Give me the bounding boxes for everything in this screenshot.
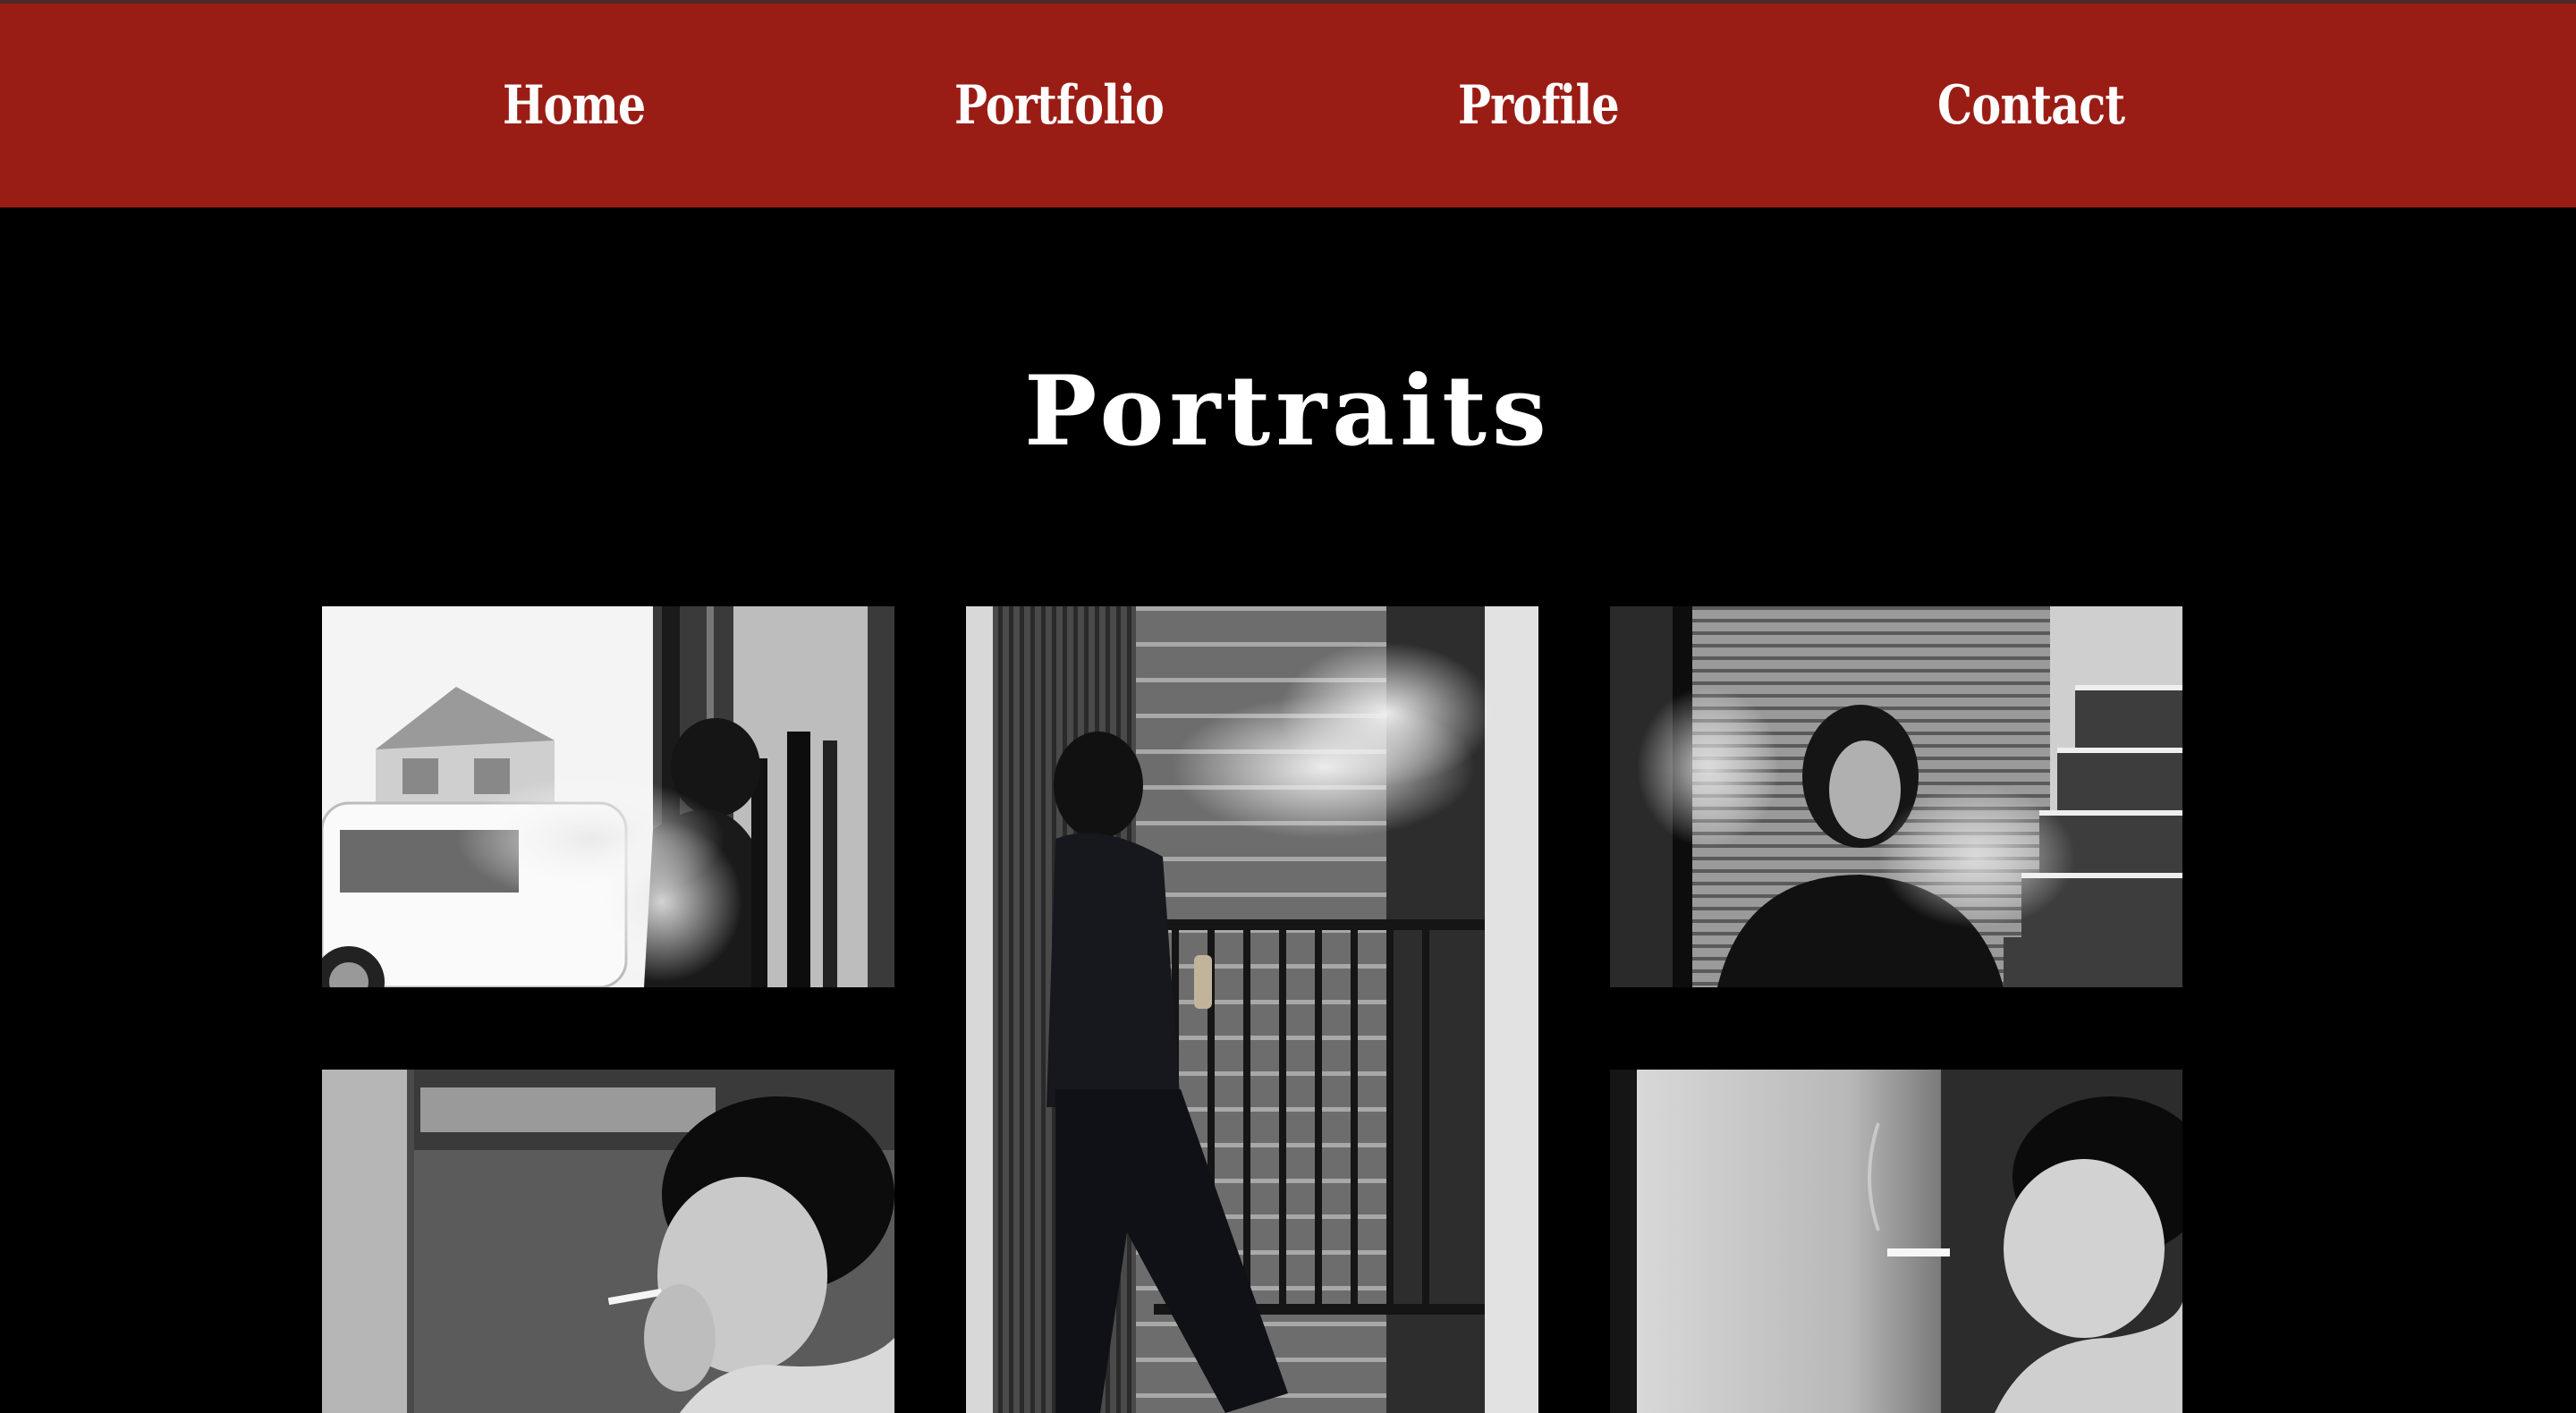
page-title: Portraits (1024, 355, 1552, 468)
top-navigation-bar: Home Portfolio Profile Contact (0, 4, 2576, 207)
nav-link-portfolio[interactable]: Portfolio (954, 70, 1165, 141)
portrait-photo-stairs-smoke-icon (966, 606, 1538, 1413)
gallery-photo-3[interactable] (1610, 606, 2182, 987)
portrait-photo-smiling-cigarette-icon (1610, 1070, 2182, 1413)
portrait-photo-lighting-cigarette-icon (322, 1070, 894, 1413)
portrait-photo-smoke-window-icon (322, 606, 894, 987)
gallery-photo-5[interactable] (1610, 1070, 2182, 1413)
nav-link-home[interactable]: Home (503, 70, 646, 141)
gallery-photo-4[interactable] (322, 1070, 894, 1413)
portrait-photo-smoke-stairs-wall-icon (1610, 606, 2182, 987)
nav-link-profile[interactable]: Profile (1458, 70, 1620, 141)
gallery-photo-2[interactable] (966, 606, 1538, 1413)
nav-link-contact[interactable]: Contact (1937, 70, 2125, 141)
gallery-photo-1[interactable] (322, 606, 894, 987)
